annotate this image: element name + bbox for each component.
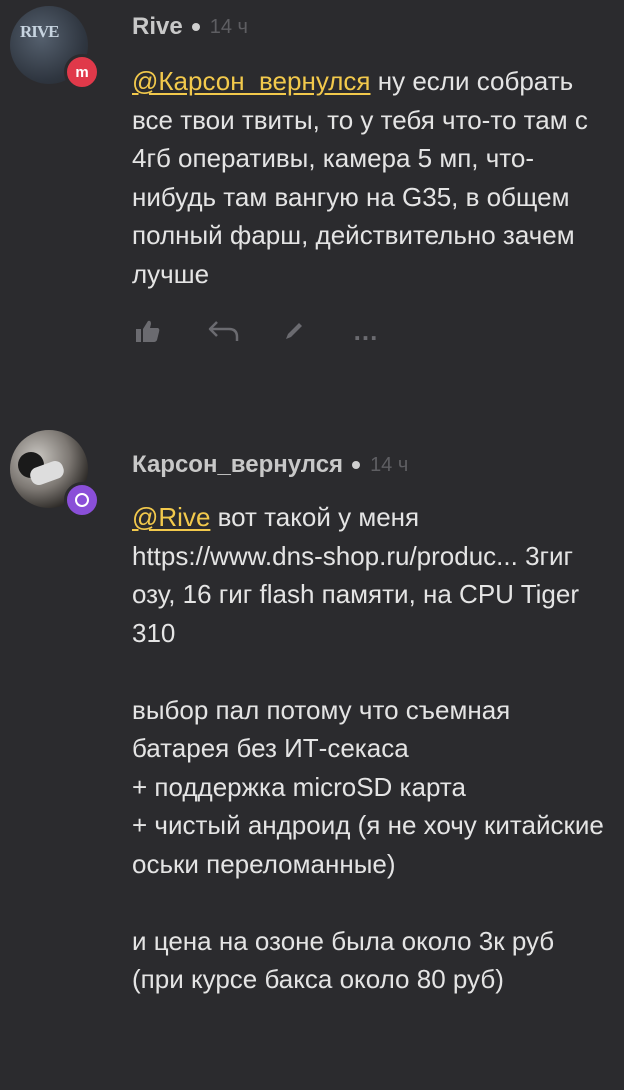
timestamp: 14 ч bbox=[209, 15, 248, 38]
comment-paragraph: выбор пал потому что съемная батарея без… bbox=[132, 694, 511, 764]
comment-meta: Карсон_вернулся 14 ч bbox=[132, 448, 610, 482]
avatar-logo-text: RIVE bbox=[20, 22, 60, 41]
thumbs-up-icon bbox=[136, 320, 160, 342]
timestamp: 14 ч bbox=[370, 453, 409, 476]
comment-body: Карсон_вернулся 14 ч @Rive вот такой у м… bbox=[132, 448, 610, 999]
online-dot-icon bbox=[352, 461, 361, 469]
avatar-container[interactable]: RIVE m bbox=[10, 6, 100, 90]
avatar-container[interactable] bbox=[10, 430, 100, 518]
comment-text: @Карсон_вернулся ну если собрать все тво… bbox=[132, 62, 610, 293]
mention-link[interactable]: @Rive bbox=[132, 502, 210, 532]
comment-paragraph: + чистый андроид (я не хочу китайские ос… bbox=[132, 810, 604, 879]
comment-actions: ... bbox=[132, 311, 610, 351]
reply-button[interactable] bbox=[202, 319, 246, 343]
comment-paragraph: и цена на озоне была около 3к руб (при к… bbox=[132, 925, 555, 995]
comment-body: Rive 14 ч @Карсон_вернулся ну если собра… bbox=[132, 10, 610, 351]
comments-thread: RIVE m Rive 14 ч @Карсон_вернулся ну есл… bbox=[0, 0, 624, 1090]
more-options-button[interactable]: ... bbox=[348, 316, 384, 347]
pencil-icon bbox=[286, 323, 302, 339]
user-badge-icon: m bbox=[64, 54, 100, 90]
comment-paragraph: + поддержка microSD карта bbox=[132, 771, 466, 802]
online-dot-icon bbox=[191, 23, 200, 31]
user-badge-icon bbox=[64, 482, 100, 518]
like-button[interactable] bbox=[132, 319, 164, 343]
author-name[interactable]: Rive bbox=[132, 13, 183, 41]
comment-text: @Rive вот такой у меня https://www.dns-s… bbox=[132, 498, 610, 999]
author-name[interactable]: Карсон_вернулся bbox=[132, 451, 343, 479]
mention-link[interactable]: @Карсон_вернулся bbox=[132, 66, 371, 96]
reply-arrow-icon bbox=[208, 321, 239, 341]
badge-letter: m bbox=[75, 63, 89, 81]
comment-text-content: ну если собрать все твои твиты, то у теб… bbox=[132, 66, 588, 289]
edit-button[interactable] bbox=[278, 320, 310, 342]
comment-meta: Rive 14 ч bbox=[132, 10, 610, 44]
ring-icon bbox=[75, 493, 89, 507]
